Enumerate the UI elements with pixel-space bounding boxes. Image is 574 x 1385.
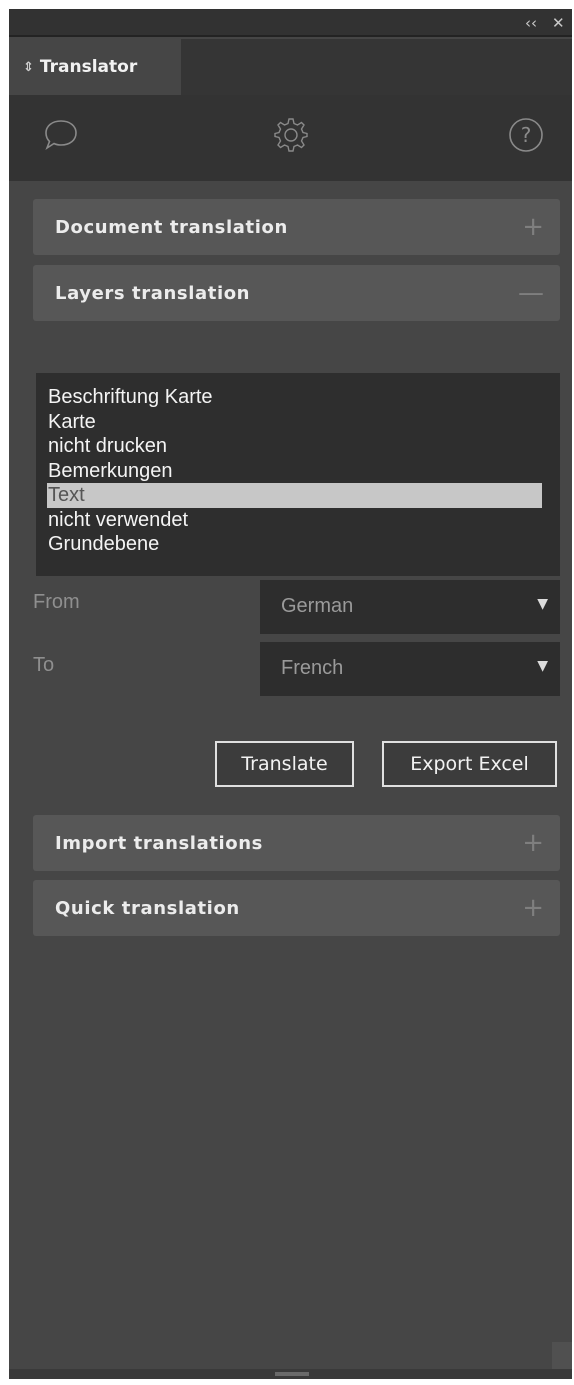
dropdown-arrow-icon: ▼ [537, 658, 548, 674]
section-quick-translation[interactable]: Quick translation + [33, 880, 560, 936]
list-item[interactable]: nicht drucken [36, 434, 542, 459]
section-label: Layers translation [55, 282, 251, 304]
list-item[interactable]: Text [47, 483, 542, 508]
to-label: To [33, 654, 55, 676]
list-item[interactable]: nicht verwendet [36, 508, 542, 533]
plus-icon: + [522, 893, 544, 923]
section-label: Import translations [55, 832, 263, 854]
toolbar: ? [9, 95, 572, 181]
chat-bubbles-icon[interactable] [39, 113, 83, 157]
sort-arrows-icon: ⇕ [23, 59, 34, 75]
translator-panel: ‹‹ ✕ ⇕ Translator ? Document translation… [9, 9, 572, 1379]
panel-titlebar: ‹‹ ✕ [9, 9, 572, 37]
svg-text:?: ? [521, 123, 532, 147]
tab-bar: ⇕ Translator [9, 39, 572, 95]
to-language-value: French [281, 657, 344, 679]
tab-translator[interactable]: ⇕ Translator [9, 39, 181, 95]
section-label: Quick translation [55, 897, 240, 919]
section-document-translation[interactable]: Document translation + [33, 199, 560, 255]
to-language-select[interactable]: French ▼ [260, 642, 560, 696]
double-chevron-left-icon[interactable]: ‹‹ [525, 14, 537, 32]
section-import-translations[interactable]: Import translations + [33, 815, 560, 871]
plus-icon: + [522, 828, 544, 858]
list-item[interactable]: Bemerkungen [36, 459, 542, 484]
help-icon[interactable]: ? [504, 113, 548, 157]
export-excel-button[interactable]: Export Excel [382, 741, 557, 787]
list-item[interactable]: Grundebene [36, 532, 542, 557]
resize-handle[interactable] [275, 1372, 309, 1376]
resize-corner[interactable] [552, 1342, 572, 1369]
from-language-select[interactable]: German ▼ [260, 580, 560, 634]
from-label: From [33, 591, 80, 613]
gear-icon[interactable] [269, 113, 313, 157]
plus-icon: + [522, 212, 544, 242]
dropdown-arrow-icon: ▼ [537, 596, 548, 612]
close-icon[interactable]: ✕ [552, 14, 565, 32]
section-layers-translation[interactable]: Layers translation — [33, 265, 560, 321]
section-label: Document translation [55, 216, 288, 238]
layers-list: Beschriftung Karte Karte nicht drucken Beme… [36, 373, 560, 557]
list-item[interactable]: Karte [36, 410, 542, 435]
translate-button[interactable]: Translate [215, 741, 354, 787]
layers-listbox[interactable]: Beschriftung Karte Karte nicht drucken Beme… [36, 373, 560, 576]
tab-label: Translator [39, 57, 138, 77]
from-language-value: German [281, 595, 354, 617]
minus-icon: — [518, 278, 544, 308]
list-item[interactable]: Beschriftung Karte [36, 385, 542, 410]
